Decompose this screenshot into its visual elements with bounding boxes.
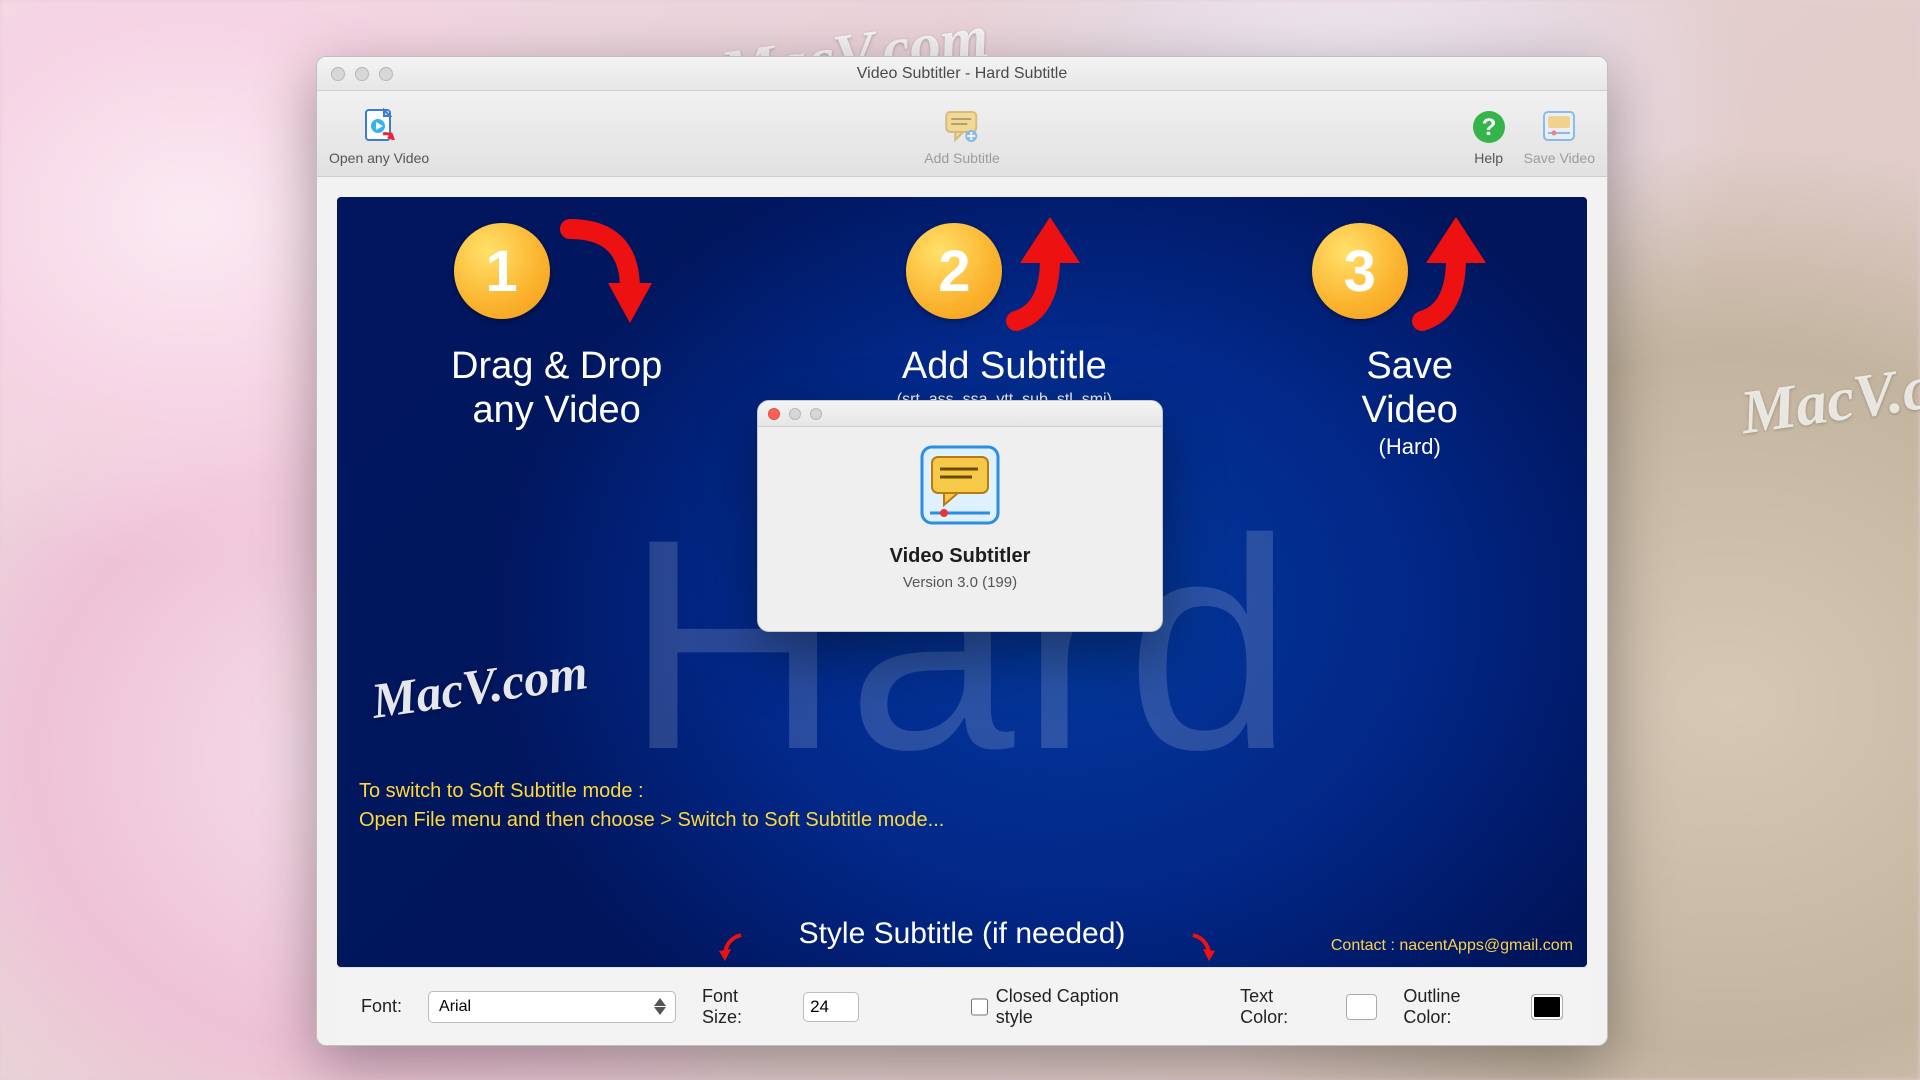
open-video-button[interactable]: Open any Video — [329, 102, 429, 166]
font-label: Font: — [361, 996, 402, 1017]
about-app-name: Video Subtitler — [890, 545, 1031, 568]
text-color-label: Text Color: — [1240, 986, 1320, 1028]
about-titlebar[interactable] — [758, 401, 1162, 427]
style-subtitle-label: Style Subtitle (if needed) — [799, 917, 1126, 951]
open-video-label: Open any Video — [329, 150, 429, 166]
svg-text:?: ? — [1481, 114, 1496, 141]
window-title: Video Subtitler - Hard Subtitle — [317, 65, 1607, 83]
minimize-icon — [789, 408, 801, 420]
step-1: 1 Drag & Drop any Video — [357, 211, 756, 967]
font-select[interactable]: Arial — [428, 991, 676, 1023]
save-video-label: Save Video — [1524, 150, 1595, 166]
hint-line-2: Open File menu and then choose > Switch … — [359, 806, 944, 835]
step-3-title: Save Video — [1252, 345, 1567, 432]
step-3-badge: 3 — [1312, 223, 1408, 319]
main-titlebar[interactable]: Video Subtitler - Hard Subtitle — [317, 57, 1607, 91]
file-open-icon — [358, 106, 400, 148]
help-label: Help — [1474, 150, 1503, 166]
about-version: Version 3.0 (199) — [903, 574, 1017, 591]
small-arrow-left-icon — [717, 931, 747, 961]
mode-hint: To switch to Soft Subtitle mode : Open F… — [359, 777, 944, 835]
step-3-sub: (Hard) — [1252, 434, 1567, 460]
step-2-title: Add Subtitle — [805, 345, 1204, 389]
save-video-icon — [1538, 106, 1580, 148]
closed-caption-checkbox[interactable] — [971, 998, 988, 1016]
save-video-button: Save Video — [1524, 102, 1595, 166]
font-select-wrap: Arial — [428, 991, 676, 1023]
arrow-up-icon — [1408, 211, 1508, 331]
close-icon[interactable] — [768, 408, 780, 420]
outline-color-swatch[interactable] — [1531, 994, 1563, 1020]
closed-caption-label: Closed Caption style — [996, 986, 1148, 1028]
font-size-input[interactable] — [803, 992, 859, 1022]
step-3: 3 Save Video (Hard) — [1252, 211, 1567, 967]
step-1-badge: 1 — [454, 223, 550, 319]
help-button[interactable]: ? Help — [1468, 102, 1510, 166]
hint-line-1: To switch to Soft Subtitle mode : — [359, 777, 944, 806]
step-1-title: Drag & Drop any Video — [357, 345, 756, 432]
arrow-up-icon — [1002, 211, 1102, 331]
contact-text: Contact : nacentApps@gmail.com — [1331, 937, 1573, 955]
arrow-down-icon — [550, 211, 660, 331]
help-icon: ? — [1468, 106, 1510, 148]
text-color-swatch[interactable] — [1346, 994, 1378, 1020]
outline-color-label: Outline Color: — [1403, 986, 1505, 1028]
font-size-label: Font Size: — [702, 986, 777, 1028]
app-icon — [914, 439, 1006, 531]
small-arrow-right-icon — [1187, 931, 1217, 961]
add-subtitle-button: Add Subtitle — [924, 102, 1000, 166]
step-2-badge: 2 — [906, 223, 1002, 319]
add-subtitle-label: Add Subtitle — [924, 150, 1000, 166]
toolbar: Open any Video Add Subtitle — [317, 91, 1607, 177]
subtitle-style-bar: Font: Arial Font Size: Closed Caption st… — [337, 967, 1587, 1045]
subtitle-add-icon — [941, 106, 983, 148]
about-dialog: Video Subtitler Version 3.0 (199) — [757, 400, 1163, 632]
zoom-icon — [810, 408, 822, 420]
